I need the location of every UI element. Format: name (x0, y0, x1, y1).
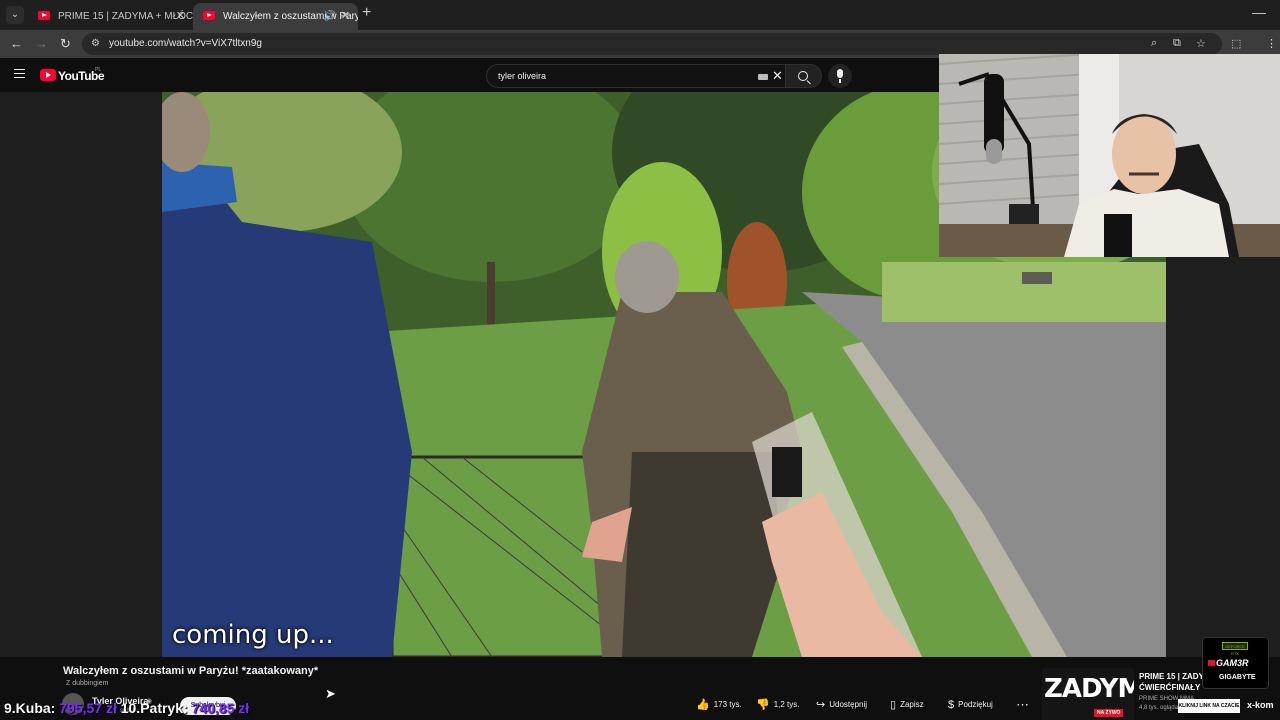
xkom-logo: x-kom (1247, 700, 1274, 710)
thanks-label: Podziękuj (958, 700, 993, 710)
tab-video-active[interactable]: Walczyłem z oszustami w Paryżu! 🔊 ✕ (193, 3, 358, 30)
tab-label: Walczyłem z oszustami w Paryżu! (223, 11, 358, 22)
youtube-logo-icon[interactable] (40, 69, 56, 81)
save-button[interactable]: ▯ Zapisz (890, 696, 924, 714)
more-actions-icon[interactable]: ⋯ (1016, 696, 1029, 714)
bookmark-star-icon[interactable]: ☆ (1196, 37, 1206, 50)
window-minimize-icon[interactable]: — (1252, 4, 1266, 20)
search-query: tyler oliveira (498, 71, 547, 81)
bookmark-icon: ▯ (890, 699, 897, 711)
mouse-cursor-icon: ➤ (325, 686, 336, 701)
share-label: Udostępnij (829, 700, 868, 710)
cast-icon[interactable]: ⧉ (1173, 37, 1181, 50)
streamer-webcam (939, 54, 1280, 257)
tab-search-chevron-icon[interactable]: ⌄ (6, 6, 24, 24)
new-tab-plus-icon[interactable]: + (362, 4, 371, 22)
menu-hamburger-icon[interactable] (14, 69, 25, 78)
youtube-favicon-icon (38, 11, 50, 20)
site-info-icon[interactable]: ⚙ (91, 38, 100, 49)
chat-link-banner: KLIKNIJ LINK NA CZACIE (1178, 699, 1240, 713)
youtube-header: YouTube PL tyler oliveira ✕ (0, 58, 940, 92)
dubbing-badge: Z dubbingiem (66, 680, 109, 687)
related-video-title[interactable]: PRIME 15 | ZADYMA ĆWIERĆFINAŁY (1139, 671, 1205, 693)
tab-prime[interactable]: PRIME 15 | ZADYMA + MŁÓCKA ✕ (28, 3, 193, 30)
search-input[interactable]: tyler oliveira ✕ (486, 64, 786, 88)
webcam-feed (939, 54, 1280, 257)
clear-search-icon[interactable]: ✕ (772, 68, 783, 84)
related-title-line1: PRIME 15 | ZADYMA (1139, 672, 1205, 681)
donor-10-amount: 740,85 zł (191, 700, 250, 716)
dislike-button[interactable]: 👎 1,2 tys. (756, 696, 800, 714)
like-count: 173 tys. (713, 700, 742, 710)
donation-ticker: 9.Kuba: 795,57 zł 10.Patryk: 740,85 zł (4, 700, 249, 716)
voice-search-button[interactable] (828, 64, 852, 88)
speaker-icon[interactable]: 🔊 (324, 3, 336, 30)
dislike-count: 1,2 tys. (773, 700, 800, 710)
forward-arrow-icon[interactable]: → (35, 36, 48, 51)
gamer-logo-text: GAM3R (1216, 658, 1249, 668)
live-badge: NA ŻYWO (1094, 709, 1124, 717)
video-title: Walczyłem z oszustami w Paryżu! *zaatako… (63, 665, 319, 677)
share-button[interactable]: ↪ Udostępnij (816, 696, 867, 714)
thumbs-up-icon: 👍 (696, 699, 710, 711)
url-text: youtube.com/watch?v=ViX7tltxn9g (109, 38, 262, 49)
keyboard-icon[interactable] (758, 74, 768, 80)
search-icon (798, 71, 808, 81)
zadyma-banner[interactable]: ZADYMA NA ŻYWO (1042, 668, 1134, 720)
donor-10-name: 10.Patryk: (120, 700, 188, 716)
nvidia-badge: GEFORCE RTX (1222, 642, 1248, 656)
donor-9-amount: 795,57 zł (59, 700, 117, 716)
thanks-button[interactable]: $ Podziękuj (948, 696, 993, 714)
zoom-icon[interactable]: ⌕ (1151, 37, 1157, 50)
extensions-icon[interactable]: ⬚ (1231, 37, 1241, 50)
zadyma-banner-text: ZADYMA (1044, 674, 1134, 704)
thanks-dollar-icon: $ (948, 699, 955, 711)
gigabyte-logo-text: GIGABYTE (1219, 674, 1256, 681)
youtube-favicon-icon (203, 11, 215, 20)
back-arrow-icon[interactable]: ← (10, 36, 23, 51)
video-caption: coming up... (172, 620, 334, 650)
url-omnibox[interactable]: ⚙ youtube.com/watch?v=ViX7tltxn9g (82, 33, 1222, 55)
donor-9-name: 9.Kuba: (4, 700, 56, 716)
gamer-logo-icon (1208, 660, 1215, 666)
related-title-line2: ĆWIERĆFINAŁY (1139, 683, 1201, 692)
thumbs-down-icon: 👎 (756, 699, 770, 711)
search-button[interactable] (786, 64, 822, 88)
like-button[interactable]: 👍 173 tys. (696, 696, 742, 714)
reload-icon[interactable]: ↻ (60, 36, 71, 52)
share-arrow-icon: ↪ (816, 699, 826, 711)
sidepanel-icon[interactable]: ⋮ (1266, 37, 1277, 50)
microphone-icon (837, 69, 843, 83)
browser-tab-bar: ⌄ PRIME 15 | ZADYMA + MŁÓCKA ✕ Walczyłem… (0, 0, 1280, 30)
logo-region: PL (95, 67, 102, 73)
save-label: Zapisz (900, 700, 924, 710)
tab-close-icon[interactable]: ✕ (341, 3, 350, 30)
tab-label: PRIME 15 | ZADYMA + MŁÓCKA (58, 11, 193, 22)
tab-close-icon[interactable]: ✕ (176, 3, 185, 30)
